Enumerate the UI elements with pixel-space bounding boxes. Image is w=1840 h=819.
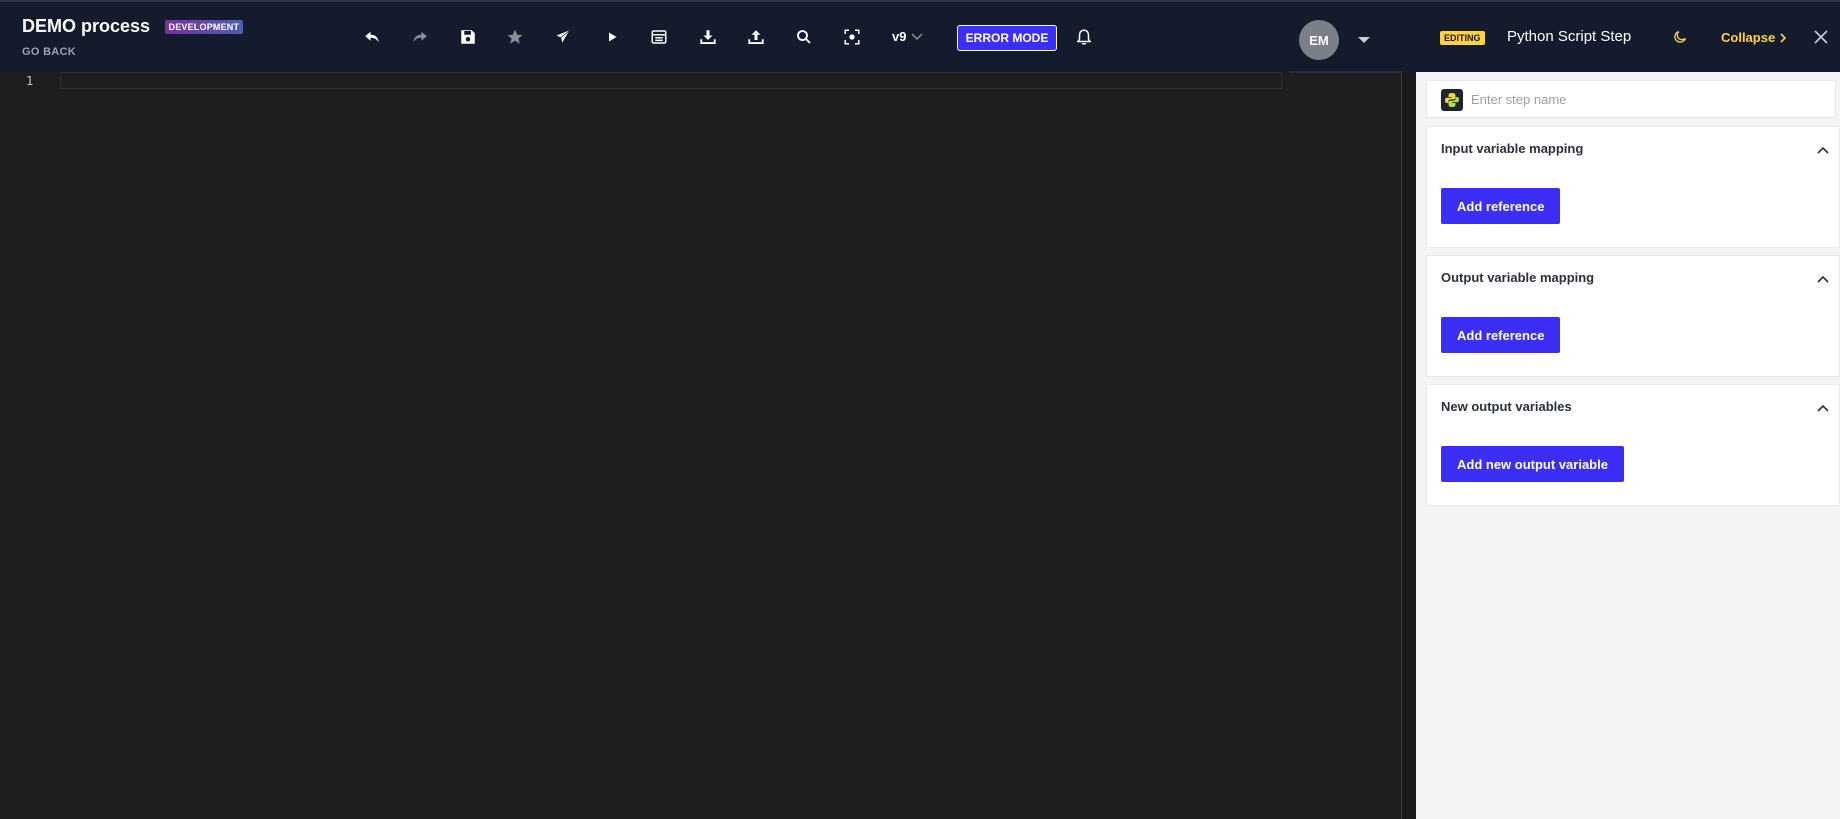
new-output-variables-section: New output variables Add new output vari… xyxy=(1426,384,1840,506)
undo-icon[interactable] xyxy=(360,25,384,49)
close-icon[interactable] xyxy=(1812,28,1830,51)
editing-badge: EDITING xyxy=(1440,31,1485,45)
collapse-button[interactable]: Collapse xyxy=(1721,30,1787,45)
environment-badge: DEVELOPMENT xyxy=(164,19,244,34)
add-output-reference-button[interactable]: Add reference xyxy=(1441,317,1561,353)
process-title: DEMO process xyxy=(22,16,151,36)
avatar[interactable]: EM xyxy=(1299,20,1339,60)
play-icon[interactable] xyxy=(600,25,624,49)
star-icon[interactable] xyxy=(503,25,527,49)
bell-icon[interactable] xyxy=(1072,25,1096,49)
search-icon[interactable] xyxy=(792,25,816,49)
version-label: v9 xyxy=(892,29,907,44)
input-variable-mapping-section: Input variable mapping Add reference xyxy=(1426,126,1840,248)
moon-icon[interactable] xyxy=(1672,29,1688,50)
step-name-row xyxy=(1426,80,1836,118)
editor-tab-indicator xyxy=(1289,71,1402,73)
python-icon xyxy=(1441,89,1463,111)
version-selector[interactable]: v9 xyxy=(892,29,924,44)
chevron-up-icon[interactable] xyxy=(1817,270,1829,288)
section-title: New output variables xyxy=(1441,399,1572,414)
code-editor[interactable]: 1 xyxy=(0,71,1402,819)
error-mode-button[interactable]: ERROR MODE xyxy=(957,25,1057,51)
chevron-right-icon xyxy=(1780,32,1787,43)
caret-down-icon[interactable] xyxy=(1356,32,1372,50)
output-variable-mapping-section: Output variable mapping Add reference xyxy=(1426,255,1840,377)
step-name-input[interactable] xyxy=(1471,87,1821,111)
chevron-down-icon xyxy=(911,32,923,40)
redo-icon[interactable] xyxy=(408,25,432,49)
section-title: Output variable mapping xyxy=(1441,270,1595,285)
line-number: 1 xyxy=(26,74,34,88)
top-bar: DEMO process DEVELOPMENT GO BACK v9 ERRO… xyxy=(0,0,1416,72)
send-icon[interactable] xyxy=(551,25,575,49)
table-icon[interactable] xyxy=(647,25,671,49)
process-title-block: DEMO process DEVELOPMENT xyxy=(22,16,244,37)
chevron-up-icon[interactable] xyxy=(1817,141,1829,159)
step-editor-panel: EDITING Python Script Step Collapse Inpu… xyxy=(1416,0,1840,819)
section-title: Input variable mapping xyxy=(1441,141,1584,156)
add-input-reference-button[interactable]: Add reference xyxy=(1441,188,1561,224)
add-new-output-variable-button[interactable]: Add new output variable xyxy=(1441,446,1624,482)
panel-header: EDITING Python Script Step Collapse xyxy=(1416,0,1840,72)
focus-icon[interactable] xyxy=(840,25,864,49)
panel-title: Python Script Step xyxy=(1507,28,1632,45)
current-line-highlight[interactable] xyxy=(60,72,1282,89)
editor-scrollbar[interactable] xyxy=(1402,72,1416,819)
chevron-up-icon[interactable] xyxy=(1817,399,1829,417)
save-icon[interactable] xyxy=(456,25,480,49)
go-back-link[interactable]: GO BACK xyxy=(22,46,76,58)
collapse-label: Collapse xyxy=(1721,30,1776,45)
upload-icon[interactable] xyxy=(744,25,768,49)
download-icon[interactable] xyxy=(696,25,720,49)
